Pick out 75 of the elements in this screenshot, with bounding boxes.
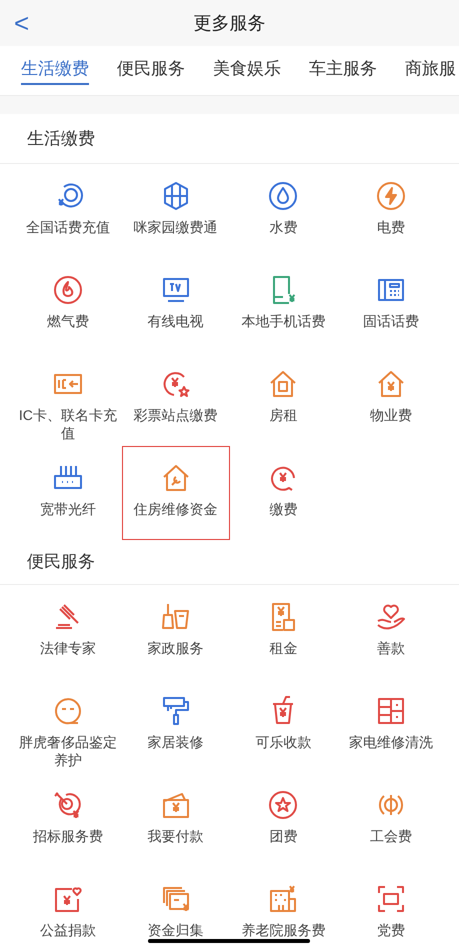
- service-label: 家电维修清洗: [348, 733, 434, 751]
- service-item[interactable]: 招标服务费: [14, 773, 122, 867]
- service-item[interactable]: 我要付款: [122, 773, 230, 867]
- service-item[interactable]: 彩票站点缴费: [122, 352, 230, 446]
- service-item[interactable]: IC卡、联名卡充值: [14, 352, 122, 446]
- service-item[interactable]: 胖虎奢侈品鉴定养护: [14, 679, 122, 773]
- flame-icon: [52, 274, 84, 306]
- service-label: 公益捐款: [38, 921, 97, 939]
- service-item[interactable]: 咪家园缴费通: [122, 164, 230, 258]
- service-label: 我要付款: [146, 827, 205, 845]
- service-label: 固话话费: [362, 312, 420, 330]
- service-item[interactable]: 养老院服务费: [230, 867, 338, 944]
- service-item[interactable]: 善款: [337, 585, 445, 679]
- service-label: IC卡、联名卡充值: [18, 406, 118, 442]
- category-tab[interactable]: 生活缴费: [21, 56, 89, 85]
- category-tab[interactable]: 车主服务: [309, 56, 377, 85]
- water-drop-icon: [267, 180, 300, 212]
- service-item[interactable]: 住房维修资金: [122, 446, 230, 540]
- service-item[interactable]: 资金归集: [122, 867, 230, 944]
- service-item[interactable]: 宽带光纤: [14, 446, 122, 540]
- service-label: 电费: [376, 218, 406, 236]
- service-label: 胖虎奢侈品鉴定养护: [18, 733, 118, 769]
- service-item[interactable]: 本地手机话费: [230, 258, 338, 352]
- service-label: 燃气费: [46, 312, 90, 330]
- service-label: 水费: [268, 218, 298, 236]
- service-item[interactable]: 公益捐款: [14, 867, 122, 944]
- star-badge-icon: [267, 789, 300, 821]
- service-label: 团费: [268, 827, 298, 845]
- service-item[interactable]: 家电维修清洗: [337, 679, 445, 773]
- service-label: 缴费: [268, 500, 298, 518]
- service-label: 工会费: [369, 827, 414, 845]
- service-label: 可乐收款: [254, 733, 312, 751]
- service-item[interactable]: 房租: [230, 352, 338, 446]
- service-item[interactable]: 燃气费: [14, 258, 122, 352]
- service-label: 家居装修: [146, 733, 205, 751]
- service-label: 家政服务: [146, 639, 205, 657]
- service-label: 法律专家: [38, 639, 97, 657]
- service-label: 房租: [268, 406, 298, 424]
- service-label: 党费: [376, 921, 406, 939]
- service-label: 彩票站点缴费: [132, 406, 219, 424]
- service-item[interactable]: 党费: [337, 867, 445, 944]
- service-label: 租金: [268, 639, 298, 657]
- section-title: 便民服务: [27, 551, 95, 574]
- service-item[interactable]: 家政服务: [122, 585, 230, 679]
- back-button[interactable]: <: [14, 10, 30, 36]
- service-item[interactable]: 租金: [230, 585, 338, 679]
- section-title: 生活缴费: [27, 128, 95, 150]
- service-item[interactable]: 水费: [230, 164, 338, 258]
- category-tab[interactable]: 便民服务: [117, 56, 185, 85]
- service-item[interactable]: 全国话费充值: [14, 164, 122, 258]
- service-label: 养老院服务费: [240, 921, 326, 939]
- service-label: 宽带光纤: [38, 500, 97, 518]
- service-item[interactable]: 团费: [230, 773, 338, 867]
- service-item[interactable]: 法律专家: [14, 585, 122, 679]
- service-item[interactable]: 物业费: [337, 352, 445, 446]
- service-item[interactable]: 家居装修: [122, 679, 230, 773]
- category-tab[interactable]: 商旅服: [405, 56, 456, 85]
- service-item[interactable]: 可乐收款: [230, 679, 338, 773]
- service-item[interactable]: 固话话费: [337, 258, 445, 352]
- service-label: 全国话费充值: [24, 218, 111, 236]
- service-label: 咪家园缴费通: [132, 218, 219, 236]
- service-label: 住房维修资金: [132, 500, 219, 518]
- service-label: 资金归集: [146, 921, 205, 939]
- service-item[interactable]: 电费: [337, 164, 445, 258]
- service-label: 招标服务费: [32, 827, 104, 845]
- service-item[interactable]: 缴费: [230, 446, 338, 540]
- page-title: 更多服务: [194, 12, 266, 34]
- service-label: 善款: [376, 639, 406, 657]
- service-label: 物业费: [369, 406, 414, 424]
- service-item[interactable]: 有线电视: [122, 258, 230, 352]
- service-label: 有线电视: [146, 312, 205, 330]
- service-item[interactable]: 工会费: [337, 773, 445, 867]
- service-label: 本地手机话费: [240, 312, 326, 330]
- lightning-icon: [375, 180, 408, 212]
- category-tab[interactable]: 美食娱乐: [213, 56, 281, 85]
